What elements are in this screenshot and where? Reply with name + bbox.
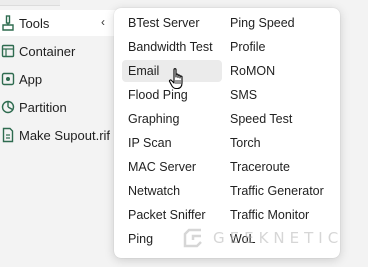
sidebar-item-tools[interactable]: Tools ‹ <box>0 10 122 36</box>
menu-item-traffic-generator[interactable]: Traffic Generator <box>224 180 334 202</box>
sidebar-item-app[interactable]: App <box>0 66 122 92</box>
sidebar-item-container[interactable]: Container <box>0 38 122 64</box>
sidebar: Tools ‹ Container App Partition Make Sup… <box>0 0 122 267</box>
sidebar-item-label: Container <box>19 43 76 59</box>
menu-item-wol[interactable]: WoL <box>224 228 334 250</box>
menu-item-packet-sniffer[interactable]: Packet Sniffer <box>122 204 222 226</box>
menu-item-torch[interactable]: Torch <box>224 132 334 154</box>
tools-icon <box>1 15 15 31</box>
tools-submenu: BTest Server Bandwidth Test Email Flood … <box>114 8 340 258</box>
sidebar-item-make-supout[interactable]: Make Supout.rif <box>0 122 122 148</box>
partition-icon <box>1 99 15 115</box>
sidebar-item-label: Partition <box>19 99 67 115</box>
supout-icon <box>1 127 15 143</box>
menu-item-speed-test[interactable]: Speed Test <box>224 108 334 130</box>
menu-item-ping-speed[interactable]: Ping Speed <box>224 12 334 34</box>
app-icon <box>1 71 15 87</box>
menu-item-traceroute[interactable]: Traceroute <box>224 156 334 178</box>
menu-item-ip-scan[interactable]: IP Scan <box>122 132 222 154</box>
menu-item-bandwidth-test[interactable]: Bandwidth Test <box>122 36 222 58</box>
sidebar-item-label: App <box>19 71 43 87</box>
menu-item-btest-server[interactable]: BTest Server <box>122 12 222 34</box>
chevron-left-icon: ‹ <box>101 15 105 29</box>
menu-item-ping[interactable]: Ping <box>122 228 222 250</box>
menu-item-romon[interactable]: RoMON <box>224 60 334 82</box>
menu-item-profile[interactable]: Profile <box>224 36 334 58</box>
menu-item-traffic-monitor[interactable]: Traffic Monitor <box>224 204 334 226</box>
hand-pointer-cursor-icon <box>168 67 186 91</box>
sidebar-previous-item <box>0 0 60 6</box>
sidebar-item-label: Tools <box>19 15 50 31</box>
menu-item-sms[interactable]: SMS <box>224 84 334 106</box>
container-icon <box>1 43 15 59</box>
menu-item-netwatch[interactable]: Netwatch <box>122 180 222 202</box>
menu-item-graphing[interactable]: Graphing <box>122 108 222 130</box>
sidebar-item-label: Make Supout.rif <box>19 127 111 143</box>
menu-item-mac-server[interactable]: MAC Server <box>122 156 222 178</box>
sidebar-item-partition[interactable]: Partition <box>0 94 122 120</box>
